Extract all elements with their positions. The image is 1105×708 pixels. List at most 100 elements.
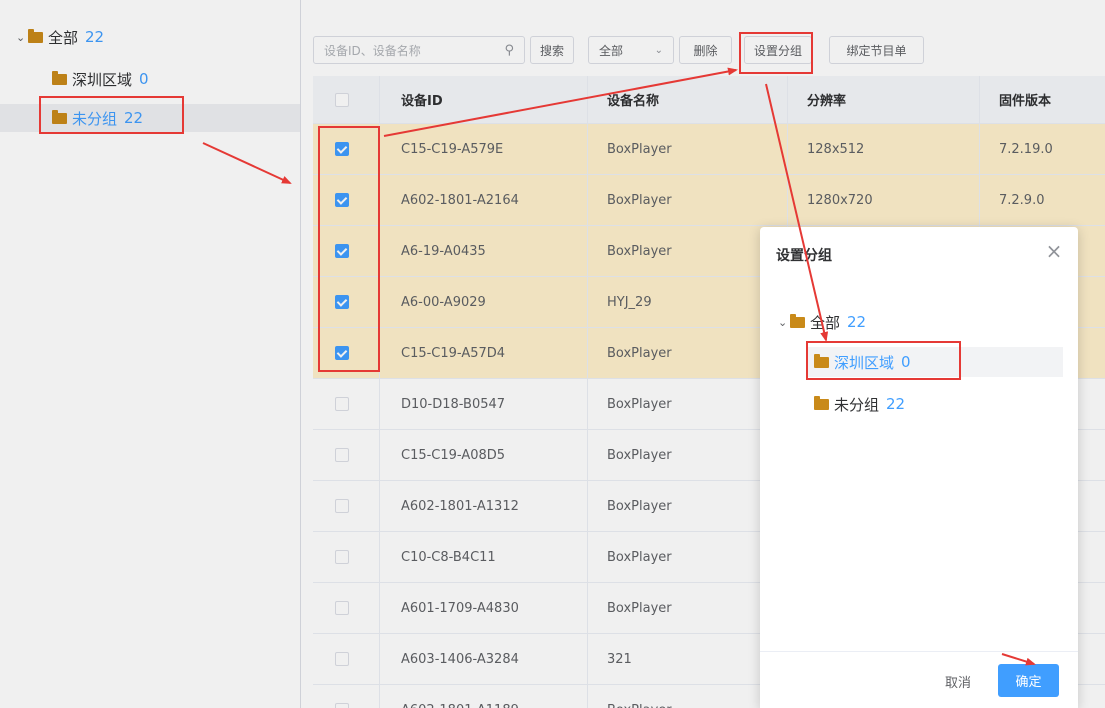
header-device-name[interactable]: 设备名称 xyxy=(607,76,659,123)
confirm-button[interactable]: 确定 xyxy=(998,664,1059,697)
row-checkbox-cell[interactable] xyxy=(335,328,349,378)
header-firmware[interactable]: 固件版本 xyxy=(999,76,1051,123)
tree-node-label: 全部 xyxy=(810,313,841,332)
cancel-button[interactable]: 取消 xyxy=(932,666,984,696)
cell-firmware: 7.2.19.0 xyxy=(999,141,1053,157)
tree-node-label: 未分组 xyxy=(834,395,880,414)
cell-device-name: 321 xyxy=(607,651,632,667)
chevron-down-icon: ⌄ xyxy=(654,44,663,56)
folder-icon xyxy=(52,109,67,124)
tree-node-ungrouped[interactable]: 未分组 22 xyxy=(0,104,300,132)
search-input[interactable]: 设备ID、设备名称 ⚲ xyxy=(313,36,525,64)
set-group-button[interactable]: 设置分组 xyxy=(744,36,812,64)
folder-icon xyxy=(814,395,829,410)
close-icon[interactable]: × xyxy=(1044,241,1064,261)
folder-icon xyxy=(28,28,43,43)
row-checkbox[interactable] xyxy=(335,193,349,207)
row-checkbox[interactable] xyxy=(335,550,349,564)
tree-node-shenzhen[interactable]: 深圳区域 0 xyxy=(52,66,149,92)
row-checkbox-cell[interactable] xyxy=(335,532,349,582)
select-all-checkbox[interactable] xyxy=(335,92,349,107)
row-checkbox[interactable] xyxy=(335,397,349,411)
type-select[interactable]: 全部 ⌄ xyxy=(588,36,674,64)
row-checkbox[interactable] xyxy=(335,652,349,666)
cell-resolution: 1280x720 xyxy=(807,192,873,208)
cell-device-id: C15-C19-A08D5 xyxy=(401,447,506,463)
cell-device-id: C15-C19-A57D4 xyxy=(401,345,506,361)
header-device-id[interactable]: 设备ID xyxy=(401,76,443,123)
tree-node-count: 22 xyxy=(85,28,105,46)
dialog-tree-node-ungrouped[interactable]: 未分组 22 xyxy=(814,389,905,419)
bind-program-button[interactable]: 绑定节目单 xyxy=(829,36,924,64)
row-checkbox-cell[interactable] xyxy=(335,124,349,174)
table-row[interactable]: A602-1801-A2164 BoxPlayer 1280x720 7.2.9.0 xyxy=(313,175,1105,226)
tree-node-count: 22 xyxy=(847,313,867,331)
tree-node-all[interactable]: ⌄ 全部 22 xyxy=(16,24,104,50)
row-checkbox[interactable] xyxy=(335,295,349,309)
cell-device-name: BoxPlayer xyxy=(607,447,672,463)
table-row[interactable]: C15-C19-A579E BoxPlayer 128x512 7.2.19.0 xyxy=(313,124,1105,175)
row-checkbox-cell[interactable] xyxy=(335,430,349,480)
cell-device-id: A603-1406-A3284 xyxy=(401,651,519,667)
header-checkbox-cell[interactable] xyxy=(335,76,349,123)
cell-device-name: BoxPlayer xyxy=(607,549,672,565)
dialog-title: 设置分组 xyxy=(776,248,832,264)
tree-node-count: 22 xyxy=(124,109,144,127)
dialog-tree-node-all[interactable]: ⌄ 全部 22 xyxy=(778,307,866,337)
header-resolution[interactable]: 分辨率 xyxy=(807,76,846,123)
search-button[interactable]: 搜索 xyxy=(530,36,574,64)
dialog-tree-node-shenzhen[interactable]: 深圳区域 0 xyxy=(806,347,1063,377)
cell-device-name: BoxPlayer xyxy=(607,600,672,616)
cell-device-id: A602-1801-A1312 xyxy=(401,498,519,514)
cell-device-name: BoxPlayer xyxy=(607,192,672,208)
chevron-down-icon[interactable]: ⌄ xyxy=(778,316,790,329)
row-checkbox[interactable] xyxy=(335,448,349,462)
group-tree: ⌄ 全部 22 深圳区域 0 未分组 22 xyxy=(0,0,300,708)
tree-node-label: 未分组 xyxy=(72,109,118,128)
cell-device-id: A602-1801-A2164 xyxy=(401,192,519,208)
cell-firmware: 7.2.9.0 xyxy=(999,192,1045,208)
cell-resolution: 128x512 xyxy=(807,141,865,157)
row-checkbox[interactable] xyxy=(335,244,349,258)
folder-icon xyxy=(52,70,67,85)
row-checkbox-cell[interactable] xyxy=(335,379,349,429)
dialog-footer: 取消 确定 xyxy=(760,651,1078,708)
search-placeholder: 设备ID、设备名称 xyxy=(324,43,421,58)
row-checkbox-cell[interactable] xyxy=(335,481,349,531)
row-checkbox[interactable] xyxy=(335,703,349,708)
cell-device-name: HYJ_29 xyxy=(607,294,652,310)
row-checkbox[interactable] xyxy=(335,346,349,360)
row-checkbox-cell[interactable] xyxy=(335,226,349,276)
cell-device-name: BoxPlayer xyxy=(607,243,672,259)
cell-device-id: C15-C19-A579E xyxy=(401,141,504,157)
row-checkbox-cell[interactable] xyxy=(335,634,349,684)
row-checkbox-cell[interactable] xyxy=(335,175,349,225)
tree-node-count: 22 xyxy=(886,395,906,413)
search-icon: ⚲ xyxy=(504,42,514,58)
folder-icon xyxy=(814,353,829,368)
row-checkbox[interactable] xyxy=(335,142,349,156)
set-group-dialog: 设置分组 × ⌄ 全部 22 深圳区域 0 未分组 22 取消 确定 xyxy=(760,227,1078,708)
tree-node-label: 深圳区域 xyxy=(72,70,133,89)
row-checkbox-cell[interactable] xyxy=(335,277,349,327)
cell-device-name: BoxPlayer xyxy=(607,345,672,361)
delete-button[interactable]: 删除 xyxy=(679,36,732,64)
cell-device-id: C10-C8-B4C11 xyxy=(401,549,496,565)
row-checkbox[interactable] xyxy=(335,499,349,513)
chevron-down-icon[interactable]: ⌄ xyxy=(16,31,28,44)
row-checkbox-cell[interactable] xyxy=(335,685,349,708)
cell-device-id: A601-1709-A4830 xyxy=(401,600,519,616)
row-checkbox-cell[interactable] xyxy=(335,583,349,633)
table-header: 设备ID 设备名称 分辨率 固件版本 xyxy=(313,76,1105,124)
cell-device-name: BoxPlayer xyxy=(607,396,672,412)
row-checkbox[interactable] xyxy=(335,601,349,615)
cell-device-name: BoxPlayer xyxy=(607,141,672,157)
cell-device-id: A6-00-A9029 xyxy=(401,294,486,310)
cell-device-id: A6-19-A0435 xyxy=(401,243,486,259)
folder-icon xyxy=(790,313,805,328)
type-select-value: 全部 xyxy=(599,43,624,58)
cell-device-name: BoxPlayer xyxy=(607,685,672,708)
tree-node-label: 深圳区域 xyxy=(834,353,895,372)
cell-device-id: D10-D18-B0547 xyxy=(401,396,506,412)
cell-device-name: BoxPlayer xyxy=(607,498,672,514)
